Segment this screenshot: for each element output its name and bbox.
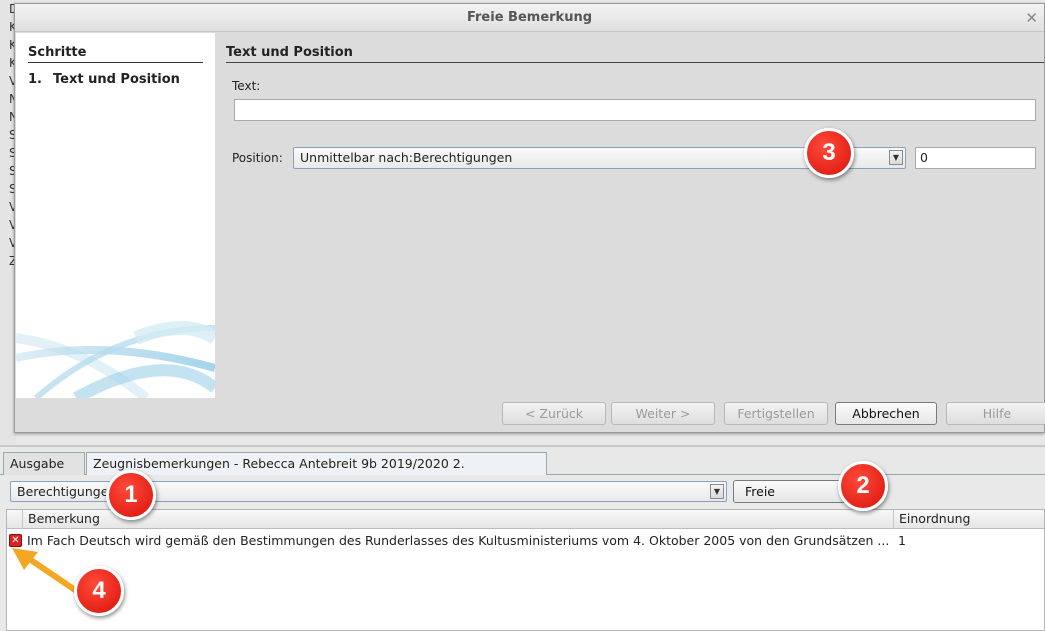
table-header: Bemerkung Einordnung (7, 510, 1044, 529)
tab-zeugnisbemerkungen[interactable]: Zeugnisbemerkungen - Rebecca Antebreit 9… (86, 452, 547, 493)
table-row[interactable]: ✕ Im Fach Deutsch wird gemäß den Bestimm… (7, 531, 1044, 551)
chevron-down-icon[interactable]: ▼ (710, 484, 724, 499)
next-button[interactable]: Weiter > (611, 402, 715, 425)
tab-bar: Ausgabe Zeugnisbemerkungen - Rebecca Ant… (0, 452, 1045, 493)
window-divider (0, 445, 1045, 447)
step-label: Text und Position (53, 72, 180, 87)
tab-label: Ausgabe (10, 456, 65, 471)
step-item: 1. Text und Position (28, 72, 215, 87)
callout-badge-1: 1 (106, 470, 156, 520)
freie-bemerkung-dialog: Freie Bemerkung ✕ Schritte 1. Text und Po… (14, 3, 1045, 433)
column-header-icon (7, 510, 22, 529)
wizard-content: Text und Position Text: Position: Unmitt… (226, 33, 1044, 398)
category-selected-value: Berechtigungen (17, 484, 117, 499)
position-selected-value: Unmittelbar nach:Berechtigungen (300, 150, 513, 165)
order-cell: 1 (898, 533, 906, 548)
dialog-titlebar: Freie Bemerkung ✕ (15, 4, 1044, 32)
remarks-table: Bemerkung Einordnung ✕ Im Fach Deutsch w… (6, 509, 1045, 631)
chevron-down-icon[interactable]: ▼ (889, 150, 903, 165)
step-number: 1. (28, 72, 42, 87)
callout-badge-3: 3 (804, 128, 854, 178)
close-icon[interactable]: ✕ (1025, 4, 1038, 32)
help-button[interactable]: Hilfe (946, 402, 1045, 425)
wizard-decoration-image (16, 321, 215, 398)
remarks-panel: Berechtigungen ▼ Freie Bemerkung Bemerku… (0, 476, 1045, 631)
position-number-field[interactable]: 0 (915, 147, 1036, 169)
back-button[interactable]: < Zurück (502, 402, 606, 425)
callout-badge-4: 4 (74, 566, 124, 616)
text-field[interactable] (234, 99, 1036, 121)
tab-ausgabe[interactable]: Ausgabe (3, 452, 85, 475)
steps-panel: Schritte 1. Text und Position (16, 33, 215, 398)
finish-button[interactable]: Fertigstellen (724, 402, 828, 425)
free-remark-button[interactable]: Freie Bemerkung (733, 480, 846, 503)
text-label: Text: (232, 79, 261, 93)
position-label: Position: (232, 151, 283, 165)
background-list: DK KK VN NS SS SV VV Z (9, 2, 14, 268)
section-heading: Text und Position (226, 45, 1044, 63)
cancel-button[interactable]: Abbrechen (835, 402, 937, 425)
column-header-bemerkung[interactable]: Bemerkung (22, 510, 893, 529)
dialog-title: Freie Bemerkung (466, 10, 593, 25)
callout-badge-2: 2 (838, 461, 888, 511)
steps-heading: Schritte (28, 45, 203, 63)
remark-cell: Im Fach Deutsch wird gemäß den Bestimmun… (27, 533, 889, 548)
column-header-einordnung[interactable]: Einordnung (893, 510, 1043, 529)
